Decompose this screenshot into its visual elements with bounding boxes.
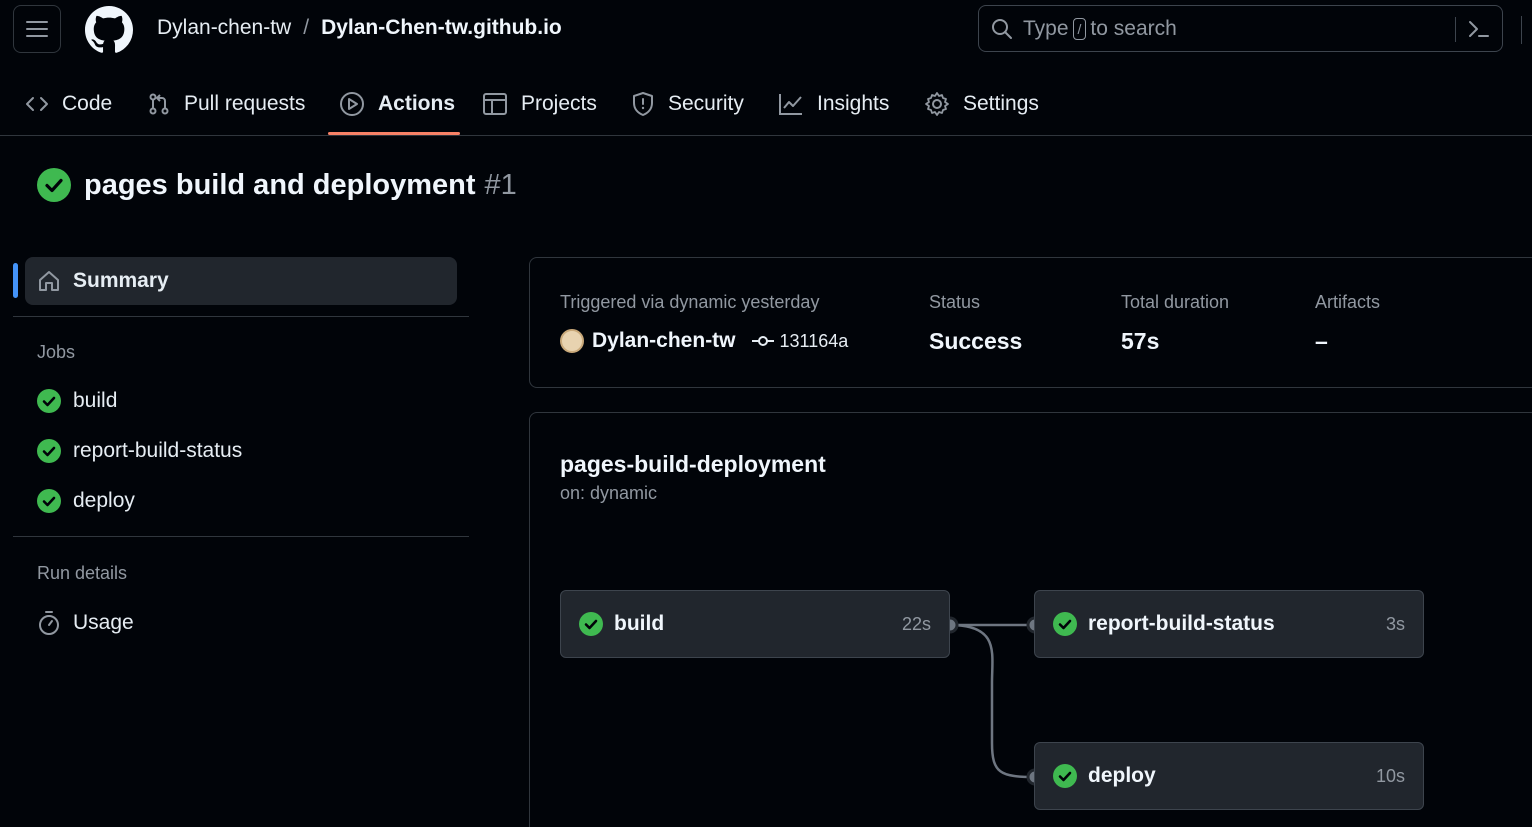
- breadcrumb: Dylan-chen-tw / Dylan-Chen-tw.github.io: [157, 16, 562, 40]
- search-icon: [991, 18, 1013, 40]
- search-divider: [1455, 17, 1456, 42]
- header-divider: [1521, 16, 1522, 44]
- job-name: deploy: [1088, 764, 1156, 787]
- duration-label: Total duration: [1121, 292, 1230, 312]
- search-placeholder: Type / to search: [1023, 17, 1177, 41]
- success-check-icon: [37, 389, 61, 413]
- sidebar-job-build[interactable]: build: [37, 389, 117, 413]
- job-node-build[interactable]: build 22s: [560, 590, 950, 658]
- git-commit-icon: [751, 334, 774, 348]
- sidebar-job-deploy[interactable]: deploy: [37, 489, 135, 513]
- success-check-icon: [1053, 612, 1077, 636]
- tab-label: Security: [668, 92, 744, 115]
- search-placeholder-prefix: Type: [1023, 16, 1069, 40]
- sidebar-item-label: Usage: [73, 611, 134, 634]
- table-icon: [482, 91, 508, 117]
- tab-actions[interactable]: Actions: [339, 72, 455, 136]
- sidebar-item-summary[interactable]: Summary: [25, 257, 457, 305]
- repo-name-link[interactable]: Dylan-Chen-tw.github.io: [321, 16, 562, 40]
- tab-label: Projects: [521, 92, 597, 115]
- tab-insights[interactable]: Insights: [778, 72, 889, 136]
- play-icon: [339, 91, 365, 117]
- page-title: pages build and deployment #1: [37, 168, 517, 202]
- tab-projects[interactable]: Projects: [482, 72, 597, 136]
- success-check-icon: [1053, 764, 1077, 788]
- workflow-trigger: on: dynamic: [560, 483, 658, 503]
- trigger-label: Triggered via dynamic yesterday: [560, 292, 820, 312]
- commit[interactable]: 131164a: [751, 330, 849, 352]
- duration-value: 57s: [1121, 328, 1160, 354]
- tab-label: Pull requests: [184, 92, 306, 115]
- workflow-graph-card: pages-build-deployment on: dynamic build…: [529, 412, 1532, 827]
- actor: Dylan-chen-tw 131164a: [560, 329, 848, 353]
- jobs-heading: Jobs: [37, 342, 76, 362]
- success-check-icon: [37, 439, 61, 463]
- actor-name[interactable]: Dylan-chen-tw: [592, 329, 736, 353]
- job-name: report-build-status: [1088, 612, 1275, 635]
- search-input[interactable]: Type / to search: [978, 5, 1503, 52]
- tab-security[interactable]: Security: [631, 72, 744, 136]
- git-pull-request-icon: [147, 92, 171, 116]
- sidebar-active-indicator: [13, 263, 18, 298]
- hamburger-icon: [26, 20, 48, 38]
- job-node-deploy[interactable]: deploy 10s: [1034, 742, 1424, 810]
- workflow-name: pages-build-deployment: [560, 451, 826, 477]
- success-check-icon: [37, 168, 71, 202]
- active-tab-indicator: [328, 132, 460, 135]
- success-check-icon: [579, 612, 603, 636]
- tab-code[interactable]: Code: [25, 72, 112, 136]
- sidebar-job-label: build: [73, 389, 118, 412]
- search-placeholder-suffix: to search: [1090, 16, 1177, 40]
- repo-owner-link[interactable]: Dylan-chen-tw: [157, 16, 291, 40]
- shield-icon: [631, 91, 655, 117]
- job-duration: 22s: [901, 613, 931, 634]
- menu-button[interactable]: [13, 5, 61, 53]
- run-number: #1: [484, 168, 517, 201]
- sidebar-item-usage[interactable]: Usage: [37, 610, 134, 636]
- tab-label: Insights: [817, 92, 890, 115]
- home-icon: [37, 269, 61, 293]
- sidebar-divider: [13, 316, 469, 317]
- sidebar-job-report-build-status[interactable]: report-build-status: [37, 439, 242, 463]
- status-value: Success: [929, 328, 1023, 354]
- repo-nav: Code Pull requests Actions Projects Secu…: [0, 72, 1532, 136]
- job-duration: 10s: [1375, 765, 1405, 786]
- job-name: build: [614, 612, 665, 635]
- tab-label: Actions: [378, 92, 456, 115]
- tab-label: Settings: [963, 92, 1039, 115]
- sidebar-job-label: deploy: [73, 489, 135, 512]
- code-icon: [25, 92, 49, 116]
- gear-icon: [924, 91, 950, 117]
- run-title: pages build and deployment: [84, 168, 476, 201]
- command-palette-icon[interactable]: [1467, 17, 1491, 41]
- run-summary-card: Triggered via dynamic yesterday Dylan-ch…: [529, 257, 1532, 388]
- job-node-report-build-status[interactable]: report-build-status 3s: [1034, 590, 1424, 658]
- job-duration: 3s: [1385, 613, 1405, 634]
- sidebar-item-label: Summary: [73, 269, 169, 292]
- success-check-icon: [37, 489, 61, 513]
- search-shortcut-key: /: [1072, 17, 1087, 40]
- graph-icon: [778, 92, 804, 116]
- tab-settings[interactable]: Settings: [924, 72, 1039, 136]
- sidebar-job-label: report-build-status: [73, 439, 243, 462]
- artifacts-value: –: [1315, 328, 1328, 354]
- stopwatch-icon: [37, 610, 61, 636]
- avatar[interactable]: [560, 329, 584, 353]
- status-label: Status: [929, 292, 981, 312]
- artifacts-label: Artifacts: [1315, 292, 1381, 312]
- breadcrumb-separator: /: [303, 16, 310, 39]
- run-details-heading: Run details: [37, 563, 128, 583]
- tab-label: Code: [62, 92, 113, 115]
- github-logo-icon[interactable]: [85, 6, 133, 54]
- tab-pull-requests[interactable]: Pull requests: [147, 72, 305, 136]
- commit-sha: 131164a: [779, 330, 849, 351]
- sidebar-divider: [13, 536, 469, 537]
